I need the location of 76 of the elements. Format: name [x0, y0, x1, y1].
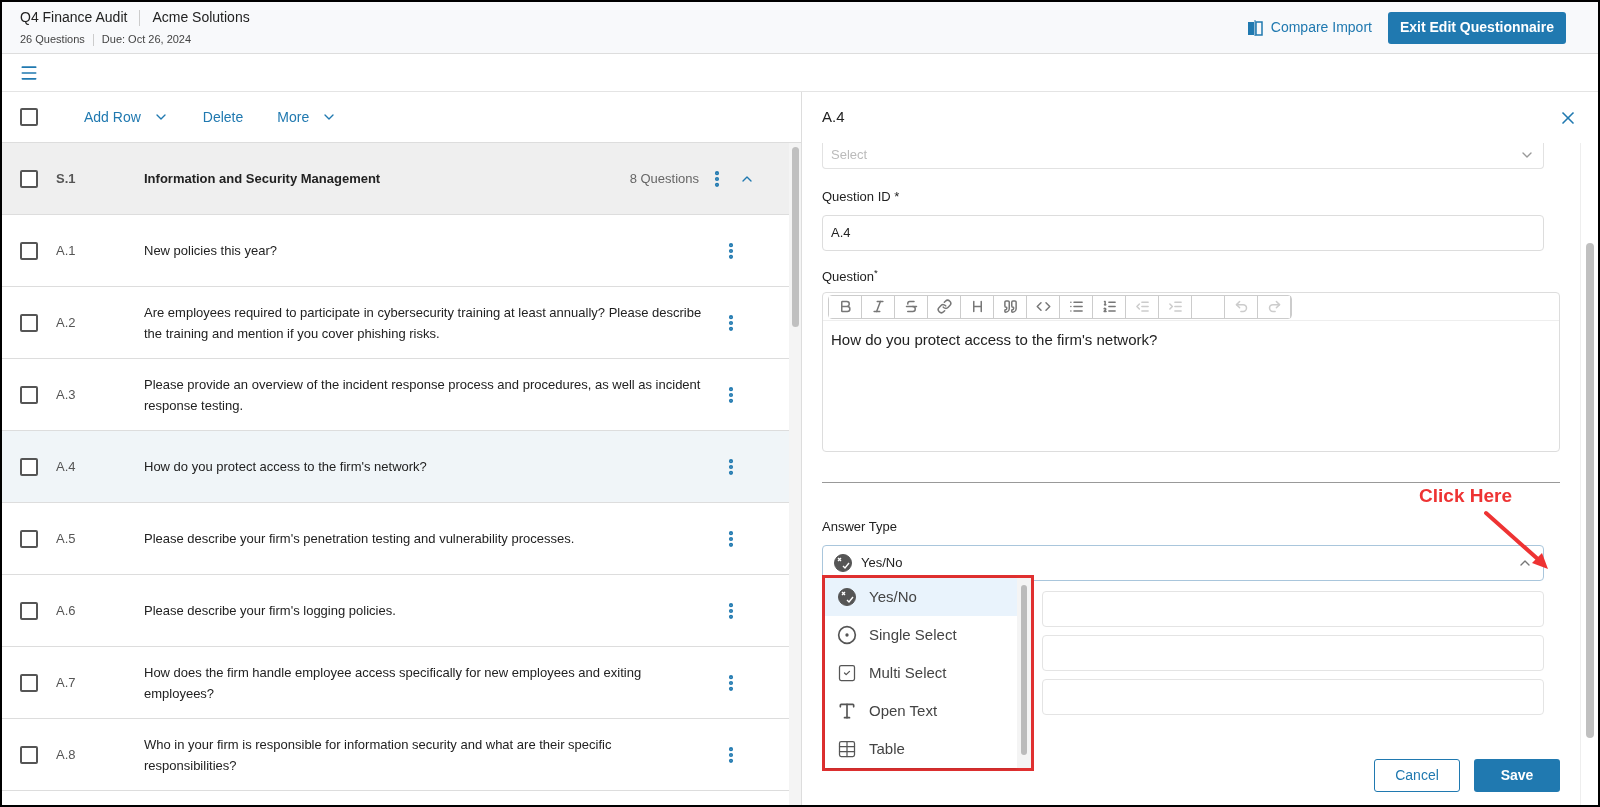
text-size-icon	[837, 701, 857, 721]
checkbox[interactable]	[20, 601, 38, 620]
question-id: A.6	[56, 601, 77, 620]
question-id-field[interactable]: A.4	[822, 214, 1544, 251]
save-button[interactable]: Save	[1474, 758, 1560, 792]
input-field[interactable]	[1042, 590, 1544, 627]
numbered-list-icon[interactable]	[1101, 299, 1117, 314]
checkbox-icon	[837, 663, 857, 683]
answer-type-value: Yes/No	[861, 553, 903, 572]
question-row[interactable]: A.4 How do you protect access to the firm's network?	[2, 431, 789, 503]
section-id: S.1	[56, 169, 77, 188]
section-row[interactable]: S.1 Information and Security Management 8 Questions	[2, 143, 789, 215]
question-text: How does the firm handle employee access specifically for new employees and exiting employees?	[144, 663, 643, 703]
questionnaire-title: Q4 Finance Audit	[20, 8, 128, 28]
link-icon[interactable]	[936, 299, 952, 314]
toolbar-action[interactable]: Delete	[202, 106, 244, 128]
answer-type-option[interactable]: Open Text	[825, 692, 1017, 730]
question-id: A.4	[56, 457, 77, 476]
annotation-label: Click Here	[1419, 484, 1512, 508]
toolbar-action[interactable]: Add Row	[84, 106, 169, 128]
answer-type-option[interactable]: Single Select	[825, 616, 1017, 654]
toolbar-action[interactable]: More	[277, 106, 338, 128]
question-id: A.7	[56, 673, 77, 692]
checkbox[interactable]	[20, 745, 38, 764]
question-editor-text: How do you protect access to the firm's network?	[830, 330, 1159, 350]
checkbox[interactable]	[20, 108, 38, 126]
answer-type-option[interactable]: Yes/No	[825, 578, 1017, 616]
question-text: How do you protect access to the firm's network?	[144, 458, 428, 476]
compare-icon	[1246, 19, 1263, 36]
due-date: Due: Oct 26, 2024	[101, 32, 192, 48]
question-id: A.8	[56, 745, 77, 764]
question-text: Please provide an overview of the incident response process and procedures, as well as incident response testing.	[144, 375, 702, 415]
checkbox[interactable]	[20, 673, 38, 692]
cancel-button[interactable]: Cancel	[1374, 758, 1460, 792]
field-label: Question ID *	[822, 188, 901, 206]
question-id: A.3	[56, 385, 77, 404]
rich-text-editor[interactable]: How do you protect access to the firm's network?	[822, 292, 1560, 452]
checkbox[interactable]	[20, 457, 38, 476]
question-text: Please describe your firm's logging policies.	[144, 602, 397, 620]
panel-title: A.4	[822, 107, 845, 128]
input-field[interactable]	[1042, 678, 1544, 715]
quote-icon[interactable]	[1002, 299, 1018, 314]
answer-type-option[interactable]: Multi Select	[825, 654, 1017, 692]
editor-tool-button[interactable]	[829, 295, 862, 318]
select-placeholder: Select	[831, 146, 868, 165]
company-name: Acme Solutions	[152, 8, 250, 28]
exit-edit-button[interactable]: Exit Edit Questionnaire	[1387, 11, 1566, 44]
bullet-list-icon[interactable]	[1068, 299, 1084, 314]
checkbox[interactable]	[20, 385, 38, 404]
question-id: A.5	[56, 529, 77, 548]
input-field[interactable]	[1042, 634, 1544, 671]
question-id: A.2	[56, 313, 77, 332]
question-text: Are employees required to participate in cybersecurity training at least annually? Please describe the training and mention if you cover phishing risks.	[144, 303, 703, 343]
question-text: Who in your firm is responsible for information security and what are their specific responsibilities?	[144, 735, 613, 775]
field-label: Question$^{*}$	[822, 266, 879, 286]
checkbox[interactable]	[20, 169, 38, 188]
answer-type-option[interactable]: Table	[825, 730, 1017, 768]
italic-icon[interactable]	[870, 299, 886, 314]
section-title: Information and Security Management	[144, 169, 381, 188]
question-id: A.1	[56, 241, 77, 260]
question-text: Please describe your firm's penetration testing and vulnerability processes.	[144, 530, 576, 548]
field-label: Answer Type	[822, 518, 898, 536]
scrollbar[interactable]	[789, 143, 801, 805]
checkbox[interactable]	[20, 241, 38, 260]
question-text: New policies this year?	[144, 242, 278, 260]
table-icon	[837, 739, 857, 759]
strikethrough-icon[interactable]	[903, 299, 919, 314]
checkbox[interactable]	[20, 313, 38, 332]
code-icon[interactable]	[1035, 299, 1051, 314]
compare-import-link[interactable]: Compare Import	[1246, 17, 1372, 38]
question-count: 26 Questions	[20, 32, 85, 48]
checkbox[interactable]	[20, 529, 38, 548]
radio-icon	[837, 625, 857, 645]
yes-no-icon	[833, 552, 853, 573]
section-question-count: 8 Questions	[629, 169, 699, 188]
yes-no-icon	[837, 587, 857, 607]
